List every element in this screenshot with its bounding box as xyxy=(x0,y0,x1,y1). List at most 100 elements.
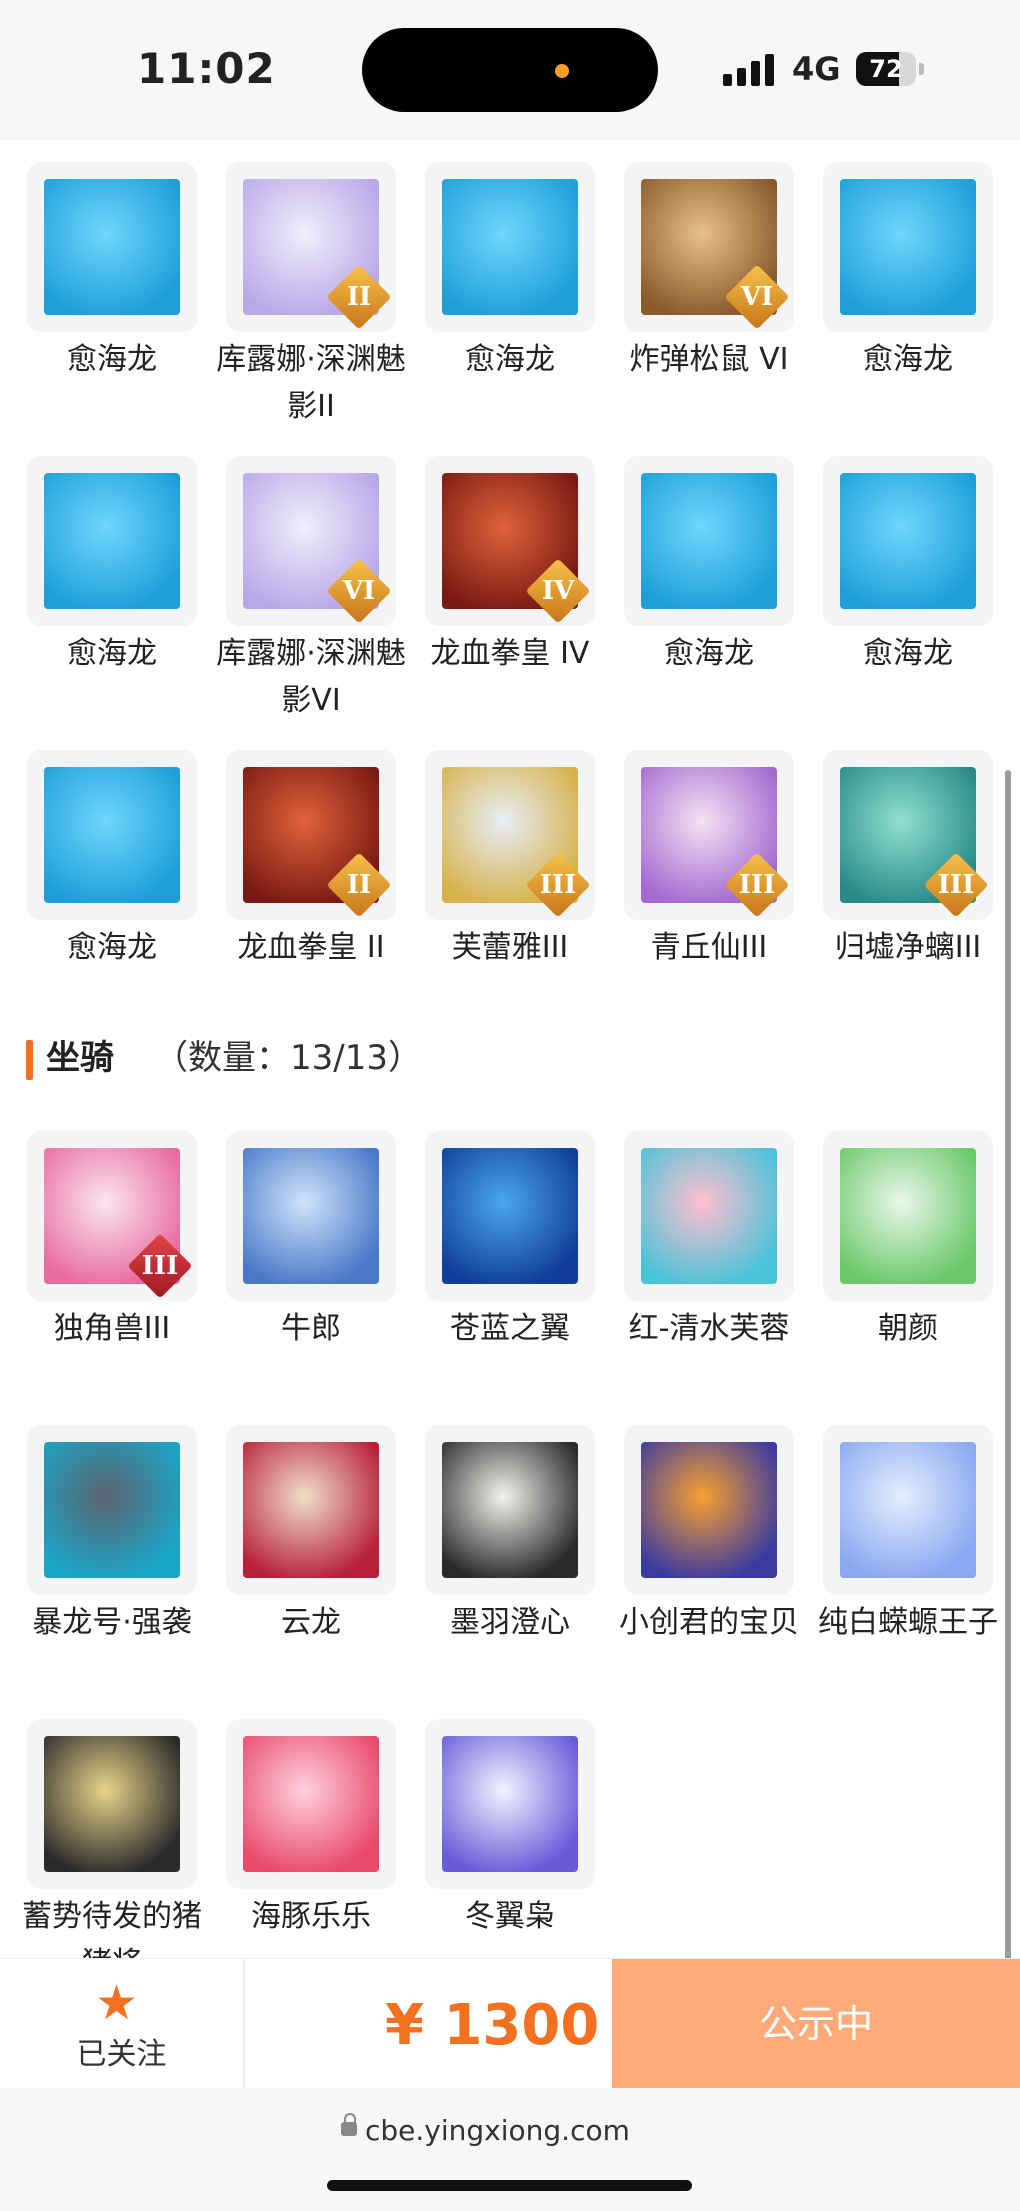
privacy-indicator-dot xyxy=(555,64,569,78)
item-name: 苍蓝之翼 xyxy=(450,1311,570,1346)
thumbnail xyxy=(27,456,197,626)
item-name: 独角兽III xyxy=(53,1311,171,1346)
pet-card[interactable]: II 库露娜·深渊魅影II xyxy=(199,162,406,424)
mount-card[interactable]: 红-清水芙蓉 xyxy=(597,1131,795,1391)
lotus-icon xyxy=(641,1148,777,1284)
follow-button[interactable]: ★ 已关注 xyxy=(0,1959,243,2089)
sea-dragon-icon xyxy=(44,767,180,903)
status-bar: 11:02 4G 72 xyxy=(0,0,1020,140)
section-title: 坐骑 xyxy=(46,1038,114,1078)
pet-card[interactable]: III 青丘仙III xyxy=(597,750,795,1010)
action-bar: ★ 已关注 ¥ 1300 公示中 xyxy=(0,1958,1020,2089)
mount-card[interactable]: 海豚乐乐 xyxy=(199,1719,397,1979)
lock-icon xyxy=(341,2113,357,2136)
sea-dragon-icon xyxy=(840,473,976,609)
phoenix-bird-icon xyxy=(641,1442,777,1578)
rank-badge-text: III xyxy=(738,870,776,900)
thumbnail xyxy=(425,1719,595,1889)
item-name: 云龙 xyxy=(281,1605,341,1640)
vine-bird-icon xyxy=(840,1148,976,1284)
item-name: 愈海龙 xyxy=(664,636,754,671)
thumbnail: VI xyxy=(226,456,396,626)
item-name: 海豚乐乐 xyxy=(251,1899,371,1934)
item-name: 愈海龙 xyxy=(863,636,953,671)
item-name: 牛郎 xyxy=(281,1311,341,1346)
mount-card[interactable]: 牛郎 xyxy=(199,1131,397,1391)
ox-icon xyxy=(243,1148,379,1284)
item-name: 愈海龙 xyxy=(67,930,157,965)
item-name: 龙血拳皇 IV xyxy=(430,636,590,671)
home-indicator[interactable] xyxy=(327,2180,692,2191)
thumbnail xyxy=(823,1425,993,1595)
mount-card[interactable]: 暴龙号·强袭 xyxy=(0,1425,198,1685)
dynamic-island xyxy=(362,28,658,112)
mount-card[interactable]: 朝颜 xyxy=(796,1131,994,1391)
divider xyxy=(243,1959,245,2089)
rank-badge-text: IV xyxy=(541,576,575,606)
item-name: 愈海龙 xyxy=(863,342,953,377)
pet-card[interactable]: 愈海龙 xyxy=(796,162,994,422)
item-name: 朝颜 xyxy=(878,1311,938,1346)
url-label: cbe.yingxiong.com xyxy=(365,2114,630,2147)
browser-url-bar[interactable]: cbe.yingxiong.com xyxy=(0,2088,1020,2211)
item-name: 冬翼枭 xyxy=(465,1899,555,1934)
pet-card[interactable]: IV 龙血拳皇 IV xyxy=(398,456,596,716)
sea-dragon-icon xyxy=(44,179,180,315)
rank-badge-text: II xyxy=(346,870,372,900)
pet-card[interactable]: II 龙血拳皇 II xyxy=(199,750,397,1010)
mount-card[interactable]: 纯白蝾螈王子 xyxy=(796,1425,998,1685)
item-name: 芙蕾雅III xyxy=(451,930,569,965)
axolotl-icon xyxy=(840,1442,976,1578)
thumbnail xyxy=(425,1131,595,1301)
item-name: 龙血拳皇 II xyxy=(237,930,385,965)
public-status-button[interactable]: 公示中 xyxy=(612,1959,1020,2089)
mount-card[interactable]: 苍蓝之翼 xyxy=(398,1131,596,1391)
cellular-signal-icon xyxy=(723,52,777,86)
item-name: 纯白蝾螈王子 xyxy=(818,1605,998,1640)
rank-badge-text: VI xyxy=(342,576,376,606)
pet-card[interactable]: 愈海龙 xyxy=(0,456,198,716)
thumbnail xyxy=(226,1131,396,1301)
item-name: 归墟净螭III xyxy=(834,930,982,965)
mount-card[interactable]: 云龙 xyxy=(199,1425,397,1685)
follow-label: 已关注 xyxy=(76,2037,167,2072)
pet-card[interactable]: 愈海龙 xyxy=(0,750,198,1010)
thumbnail: III xyxy=(425,750,595,920)
thumbnail: VI xyxy=(624,162,794,332)
rank-badge-text: III xyxy=(937,870,975,900)
pet-card[interactable]: 愈海龙 xyxy=(398,162,596,422)
mount-card[interactable]: 小创君的宝贝 xyxy=(597,1425,799,1685)
rank-badge-text: III xyxy=(141,1251,179,1281)
item-name: 愈海龙 xyxy=(465,342,555,377)
pet-card[interactable]: III 芙蕾雅III xyxy=(398,750,596,1010)
sea-dragon-icon xyxy=(840,179,976,315)
thumbnail xyxy=(425,1425,595,1595)
mount-card[interactable]: 墨羽澄心 xyxy=(398,1425,596,1685)
item-name: 愈海龙 xyxy=(67,342,157,377)
battery-level: 72 xyxy=(869,55,903,83)
pet-card[interactable]: 愈海龙 xyxy=(597,456,795,716)
thumbnail xyxy=(27,1425,197,1595)
pet-card[interactable]: 愈海龙 xyxy=(796,456,994,716)
mount-card[interactable]: 蓄势待发的猪猪将 xyxy=(0,1719,202,1981)
thumbnail xyxy=(823,456,993,626)
dolphin-icon xyxy=(243,1736,379,1872)
battery-icon: 72 xyxy=(856,52,926,86)
pet-card[interactable]: VI 库露娜·深渊魅影VI xyxy=(199,456,406,718)
rank-badge-text: III xyxy=(539,870,577,900)
thumbnail xyxy=(27,162,197,332)
pet-card[interactable]: III 归墟净螭III xyxy=(796,750,994,1010)
pet-card[interactable]: 愈海龙 xyxy=(0,162,198,422)
scrollbar[interactable] xyxy=(1005,770,1011,2038)
mech-dragon-icon xyxy=(44,1442,180,1578)
thumbnail xyxy=(226,1719,396,1889)
mount-card[interactable]: 冬翼枭 xyxy=(398,1719,596,1979)
thumbnail: III xyxy=(624,750,794,920)
mount-card[interactable]: III 独角兽III xyxy=(0,1131,198,1391)
pet-card[interactable]: VI 炸弹松鼠 VI xyxy=(597,162,795,422)
item-name: 愈海龙 xyxy=(67,636,157,671)
url-text[interactable]: cbe.yingxiong.com xyxy=(341,2113,630,2147)
item-name: 小创君的宝贝 xyxy=(619,1605,799,1640)
thumbnail xyxy=(226,1425,396,1595)
pig-icon xyxy=(44,1736,180,1872)
